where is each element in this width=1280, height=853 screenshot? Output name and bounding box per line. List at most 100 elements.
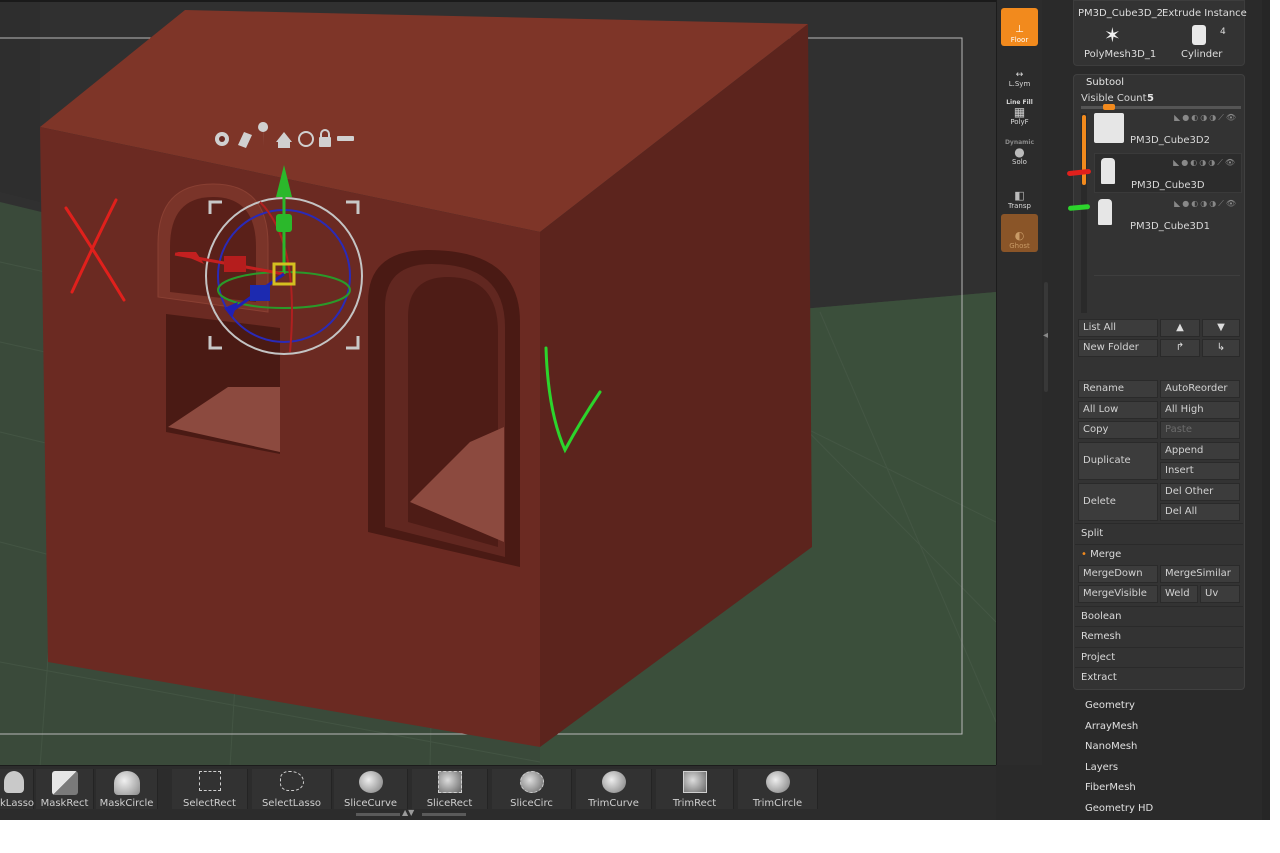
subtool-title[interactable]: Subtool [1086, 77, 1124, 88]
tool-label: TrimCurve [588, 798, 639, 809]
floor-label: Floor [1010, 36, 1029, 44]
subtool-item-name: PM3D_Cube3D2 [1130, 135, 1210, 146]
list-divider [1094, 275, 1240, 276]
mask-rect-icon [51, 771, 78, 795]
ghost-button[interactable]: ◐ Ghost [1001, 214, 1038, 252]
menu-fibermesh[interactable]: FiberMesh [1085, 782, 1136, 793]
del-all-button[interactable]: Del All [1160, 503, 1240, 521]
cube-thumb-icon [1094, 113, 1124, 143]
menu-geometry-hd[interactable]: Geometry HD [1085, 803, 1153, 814]
merge-label: Merge [1090, 549, 1122, 560]
collapse-arrow-icon[interactable]: ◂ [1043, 330, 1048, 341]
tool-maskcircle[interactable]: MaskCircle [96, 769, 158, 809]
tool-label: TrimRect [672, 798, 717, 809]
tool-maskrect[interactable]: MaskRect [36, 769, 94, 809]
new-folder-button[interactable]: New Folder [1078, 339, 1158, 357]
tool-label: MaskCircle [99, 798, 154, 809]
3d-viewport[interactable] [0, 0, 996, 765]
tool-lasso[interactable]: kLasso [0, 769, 34, 809]
solo-label: Solo [1012, 158, 1027, 166]
slice-curve-icon [358, 771, 383, 793]
trim-circle-icon [765, 771, 790, 793]
list-all-button[interactable]: List All [1078, 319, 1158, 337]
subtool-item-icons[interactable]: ◣●◐◑◑⟋👁 [1174, 113, 1238, 123]
subtool-item-name: PM3D_Cube3D1 [1130, 221, 1210, 232]
remesh-section[interactable]: Remesh [1075, 626, 1243, 646]
subtool-item-1[interactable]: ◣●◐◑◑⟋👁 PM3D_Cube3D2 [1094, 109, 1242, 149]
thumb-count: 4 [1220, 27, 1226, 37]
tool-slicecurve[interactable]: SliceCurve [334, 769, 408, 809]
thumb-label-1[interactable]: PM3D_Cube3D_2 [1078, 8, 1163, 19]
del-other-button[interactable]: Del Other [1160, 483, 1240, 501]
bottom-shelf-handle[interactable]: ▲▼ [356, 808, 466, 817]
menu-nanomesh[interactable]: NanoMesh [1085, 741, 1137, 752]
duplicate-button[interactable]: Duplicate [1078, 442, 1158, 480]
bullet-icon: • [1081, 549, 1091, 560]
tool-thumbnails: PM3D_Cube3D_2 Extrude Instance ✶ 4 PolyM… [1073, 0, 1247, 66]
zbrush-window: ⊥ Floor ↔ L.Sym Line Fill ▦ PolyF Dynami… [0, 0, 1270, 820]
right-shelf: ⊥ Floor ↔ L.Sym Line Fill ▦ PolyF Dynami… [996, 0, 1042, 765]
merge-visible-button[interactable]: MergeVisible [1078, 585, 1158, 603]
solo-icon: ● [1014, 145, 1025, 159]
subtool-item-2[interactable]: ◣●◐◑◑⟋👁 PM3D_Cube3D [1094, 153, 1242, 193]
subtool-item-icons[interactable]: ◣●◐◑◑⟋👁 [1173, 158, 1237, 168]
lsym-label: L.Sym [1008, 80, 1031, 88]
tool-selectlasso[interactable]: SelectLasso [252, 769, 332, 809]
minus-icon [337, 136, 354, 141]
thumb-label-2[interactable]: Extrude Instance [1162, 8, 1247, 19]
star-mesh-icon: ✶ [1104, 23, 1121, 47]
move-into-folder-button[interactable]: ↱ [1160, 339, 1200, 357]
subtool-item-icons[interactable]: ◣●◐◑◑⟋👁 [1174, 199, 1238, 209]
append-button[interactable]: Append [1160, 442, 1240, 460]
mask-circle-icon [113, 771, 140, 795]
polyf-label: PolyF [1010, 118, 1029, 126]
tool-label: SliceRect [426, 798, 473, 809]
subtool-section: Subtool Visible Count 5 ◣●◐◑◑⟋👁 PM3D_Cub… [1073, 74, 1245, 690]
menu-layers[interactable]: Layers [1085, 762, 1118, 773]
palette-scrollbar[interactable] [1262, 0, 1270, 820]
all-low-button[interactable]: All Low [1078, 401, 1158, 419]
move-down-button[interactable]: ▼ [1202, 319, 1240, 337]
arrow-bend-right-icon: ↱ [1175, 342, 1185, 353]
tool-slicerect[interactable]: SliceRect [412, 769, 488, 809]
tool-slicecirc[interactable]: SliceCirc [492, 769, 572, 809]
split-section[interactable]: Split [1075, 523, 1243, 543]
merge-section[interactable]: • Merge [1075, 544, 1243, 564]
menu-geometry[interactable]: Geometry [1085, 700, 1135, 711]
thumb-label-4[interactable]: Cylinder [1181, 49, 1222, 60]
delete-button[interactable]: Delete [1078, 483, 1158, 521]
viewport-canvas[interactable] [0, 2, 996, 765]
menu-arraymesh[interactable]: ArrayMesh [1085, 721, 1138, 732]
paste-button[interactable]: Paste [1160, 421, 1240, 439]
auto-reorder-button[interactable]: AutoReorder [1160, 380, 1240, 398]
floor-icon: ⊥ [1015, 24, 1024, 35]
move-out-folder-button[interactable]: ↳ [1202, 339, 1240, 357]
polyf-button[interactable]: Line Fill ▦ PolyF [1001, 90, 1038, 128]
insert-button[interactable]: Insert [1160, 462, 1240, 480]
symmetry-icon: ↔ [1015, 70, 1024, 80]
tool-trimrect[interactable]: TrimRect [656, 769, 734, 809]
extract-section[interactable]: Extract [1075, 667, 1243, 687]
lsym-button[interactable]: ↔ L.Sym [1001, 52, 1038, 90]
merge-down-button[interactable]: MergeDown [1078, 565, 1158, 583]
copy-button[interactable]: Copy [1078, 421, 1158, 439]
uv-toggle[interactable]: Uv [1200, 585, 1240, 603]
thumb-label-3[interactable]: PolyMesh3D_1 [1084, 49, 1156, 60]
all-high-button[interactable]: All High [1160, 401, 1240, 419]
solo-button[interactable]: Dynamic ● Solo [1001, 130, 1038, 168]
merge-similar-button[interactable]: MergeSimilar [1160, 565, 1240, 583]
subtool-item-3[interactable]: ◣●◐◑◑⟋👁 PM3D_Cube3D1 [1094, 195, 1242, 235]
tool-selectrect[interactable]: SelectRect [172, 769, 248, 809]
subtool-list-scrollbar[interactable] [1081, 113, 1087, 313]
tool-trimcurve[interactable]: TrimCurve [576, 769, 652, 809]
floor-button[interactable]: ⊥ Floor [1001, 8, 1038, 46]
ghost-icon: ◐ [1014, 229, 1025, 242]
transp-button[interactable]: ◧ Transp [1001, 174, 1038, 212]
boolean-section[interactable]: Boolean [1075, 606, 1243, 626]
weld-toggle[interactable]: Weld [1160, 585, 1198, 603]
rename-button[interactable]: Rename [1078, 380, 1158, 398]
tool-trimcircle[interactable]: TrimCircle [738, 769, 818, 809]
visible-count-value: 5 [1147, 93, 1154, 104]
move-up-button[interactable]: ▲ [1160, 319, 1200, 337]
project-section[interactable]: Project [1075, 647, 1243, 667]
